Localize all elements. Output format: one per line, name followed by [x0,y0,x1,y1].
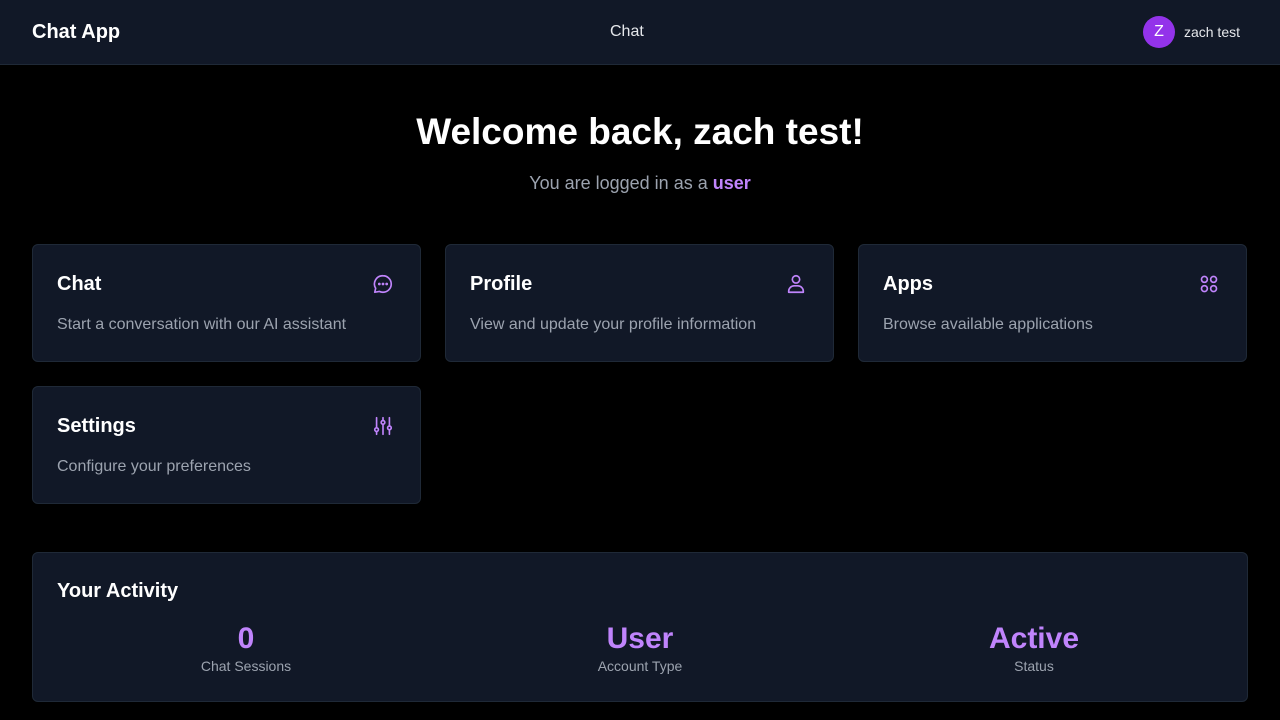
user-name[interactable]: zach test [1184,24,1240,40]
apps-grid-icon [1198,273,1220,295]
role-line: You are logged in as a user [0,171,1280,195]
user-menu[interactable]: Z zach test [1142,16,1240,48]
card-title: Apps [883,273,933,295]
card-title: Settings [57,415,136,437]
card-description: View and update your profile information [470,316,757,333]
card-description: Configure your preferences [57,458,251,475]
card-title: Chat [57,273,102,295]
stat-value: 0 [237,622,255,655]
stat-label: Account Type [597,658,683,674]
stat-value: User [606,622,674,655]
sliders-icon [372,415,394,437]
profile-card[interactable]: Profile View and update your profile inf… [445,244,834,362]
card-description: Browse available applications [883,316,1093,333]
avatar[interactable]: Z [1142,16,1175,48]
role-badge: user [712,173,751,193]
user-icon [785,273,807,295]
stat-chat-sessions: 0 Chat Sessions [96,621,396,675]
chat-bubble-icon [372,273,394,295]
stat-value: Active [988,622,1080,655]
stat-label: Chat Sessions [200,658,292,674]
role-prefix: You are logged in as a [529,173,708,193]
stat-status: Active Status [884,621,1184,675]
card-description: Start a conversation with our AI assista… [57,316,347,333]
app-brand[interactable]: Chat App [32,19,120,45]
activity-panel: Your Activity 0 Chat Sessions User Accou… [32,552,1248,702]
nav-link-chat[interactable]: Chat [610,22,644,42]
stat-label: Status [1014,658,1054,674]
top-navbar: Chat App Chat Z zach test [0,0,1280,65]
chat-card[interactable]: Chat Start a conversation with our AI as… [32,244,421,362]
apps-card[interactable]: Apps Browse available applications [858,244,1247,362]
activity-title: Your Activity [57,580,179,602]
settings-card[interactable]: Settings Configure your preferences [32,386,421,504]
stat-account-type: User Account Type [490,621,790,675]
welcome-heading: Welcome back, zach test! [416,111,864,152]
card-title: Profile [470,273,533,295]
